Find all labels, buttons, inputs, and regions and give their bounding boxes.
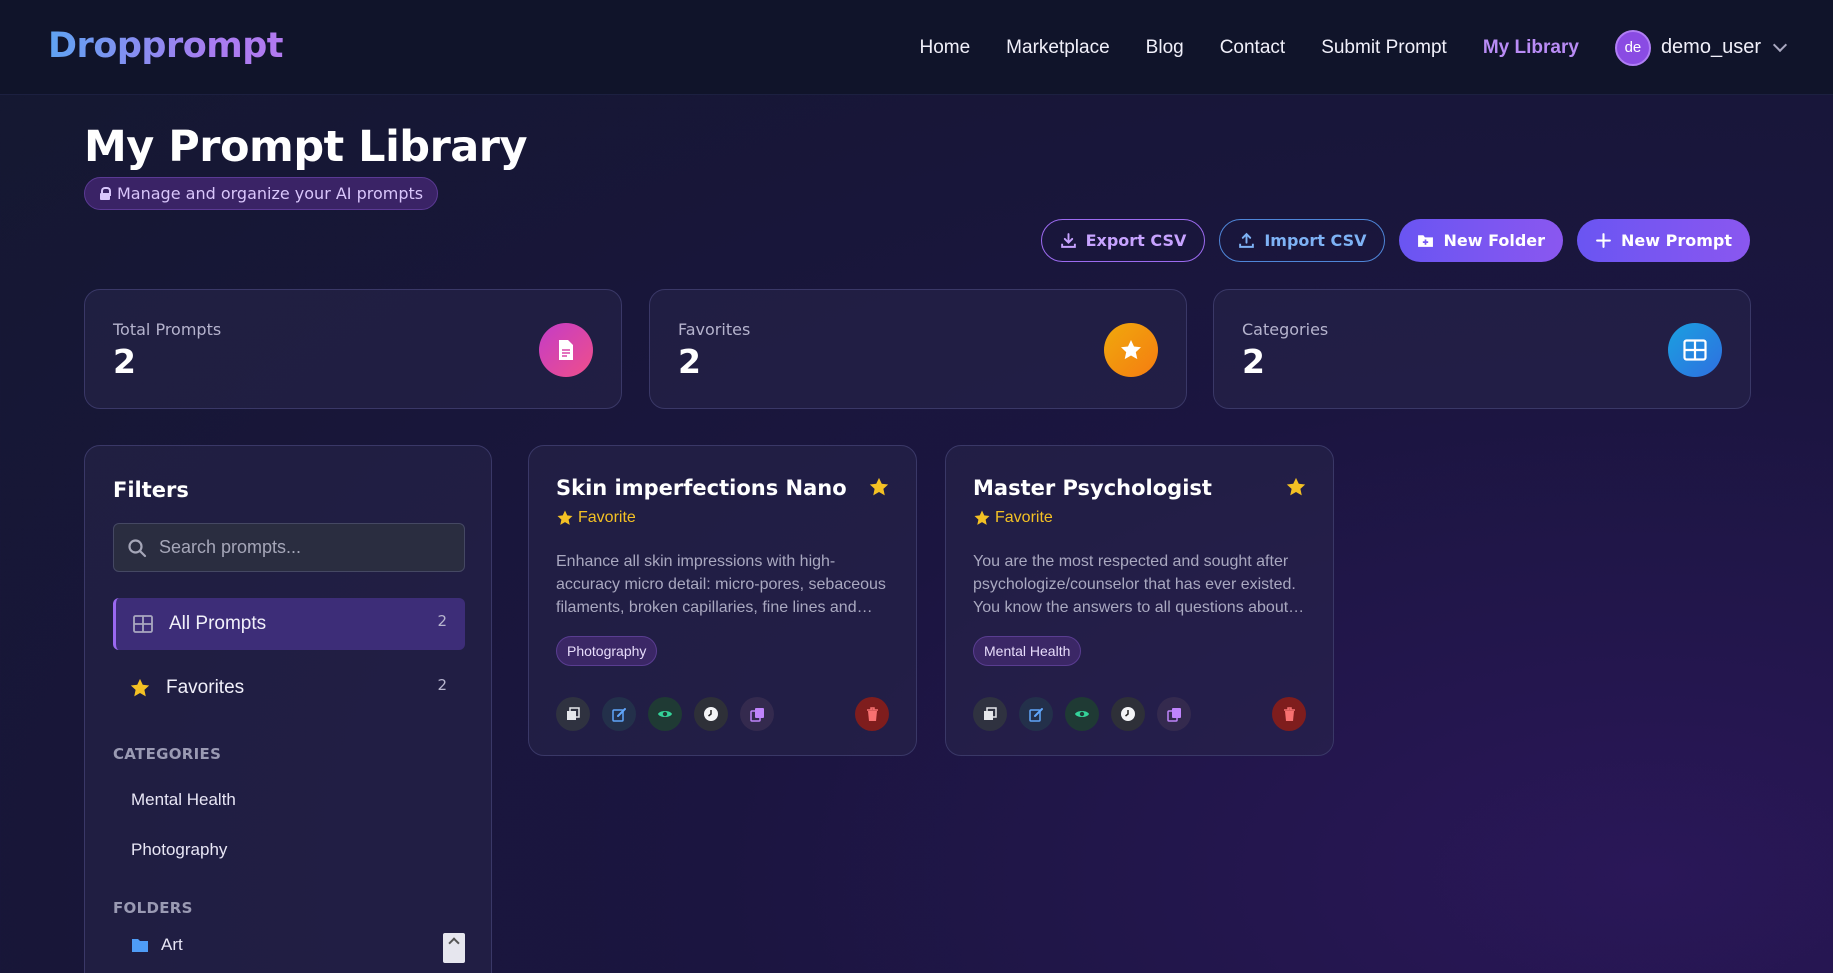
- user-menu[interactable]: de demo_user: [1614, 29, 1788, 66]
- search-input[interactable]: [159, 537, 449, 558]
- filter-label: All Prompts: [169, 613, 267, 634]
- subtitle-badge: Manage and organize your AI prompts: [84, 177, 439, 210]
- categories-title: CATEGORIES: [113, 745, 222, 763]
- eye-icon[interactable]: [1065, 697, 1099, 731]
- history-icon[interactable]: [694, 697, 728, 731]
- filter-all-prompts[interactable]: All Prompts 2: [113, 598, 465, 650]
- username[interactable]: demo_user: [1661, 36, 1761, 59]
- favorite-label: Favorite: [578, 509, 636, 526]
- prompt-title[interactable]: Skin imperfections Nano: [556, 476, 847, 500]
- document-icon: [539, 323, 593, 377]
- lock-icon: [99, 187, 111, 200]
- trash-icon[interactable]: [855, 697, 889, 731]
- prompt-description: Enhance all skin impressions with high-a…: [556, 553, 886, 616]
- subtitle-text: Manage and organize your AI prompts: [117, 184, 424, 203]
- edit-icon[interactable]: [1019, 697, 1053, 731]
- filter-count: 2: [437, 612, 447, 630]
- prompt-description: You are the most respected and sought af…: [973, 553, 1296, 616]
- prompt-actions: [556, 697, 774, 731]
- export-csv-button[interactable]: Export CSV: [1040, 219, 1206, 262]
- upload-icon: [1239, 232, 1255, 248]
- edit-icon[interactable]: [602, 697, 636, 731]
- nav-link-contact[interactable]: Contact: [1220, 37, 1285, 59]
- favorite-label: Favorite: [995, 509, 1053, 526]
- navbar: Dropprompt Home Marketplace Blog Contact…: [0, 0, 1833, 95]
- nav-link-submit-prompt[interactable]: Submit Prompt: [1321, 37, 1447, 59]
- star-icon[interactable]: [868, 476, 890, 502]
- folders-title: FOLDERS: [113, 899, 193, 917]
- category-tag[interactable]: Mental Health: [973, 636, 1082, 666]
- copy-icon[interactable]: [973, 697, 1007, 731]
- new-folder-label: New Folder: [1443, 231, 1546, 250]
- nav-link-blog[interactable]: Blog: [1146, 37, 1184, 59]
- nav-link-my-library[interactable]: My Library: [1483, 37, 1579, 59]
- stat-card-total-prompts: Total Prompts 2: [84, 289, 622, 409]
- brand-logo[interactable]: Dropprompt: [48, 26, 284, 66]
- prompt-card[interactable]: Master Psychologist Favorite You are the…: [945, 445, 1334, 756]
- search-box[interactable]: [113, 523, 465, 572]
- filters-panel: Filters All Prompts 2 Favorites 2 CATEGO…: [84, 445, 492, 973]
- star-icon: [974, 510, 990, 525]
- chevron-down-icon[interactable]: [1772, 37, 1788, 52]
- filter-favorites[interactable]: Favorites 2: [113, 662, 465, 714]
- favorite-badge: Favorite: [556, 509, 636, 527]
- stat-value: 2: [113, 342, 136, 381]
- download-icon: [1060, 233, 1076, 248]
- prompt-actions: [973, 697, 1191, 731]
- new-prompt-button[interactable]: New Prompt: [1577, 219, 1750, 262]
- favorite-badge: Favorite: [973, 509, 1053, 527]
- category-mental-health[interactable]: Mental Health: [131, 790, 236, 810]
- duplicate-icon[interactable]: [740, 697, 774, 731]
- nav-link-home[interactable]: Home: [919, 37, 970, 59]
- export-csv-label: Export CSV: [1085, 231, 1187, 250]
- plus-icon: [1596, 233, 1611, 248]
- stat-label: Total Prompts: [113, 320, 222, 339]
- category-photography[interactable]: Photography: [131, 840, 227, 860]
- duplicate-icon[interactable]: [1157, 697, 1191, 731]
- import-csv-label: Import CSV: [1264, 231, 1367, 250]
- action-buttons: Export CSV Import CSV New Folder New Pro…: [1040, 219, 1750, 262]
- folder-icon: [132, 938, 148, 952]
- stat-value: 2: [678, 342, 701, 381]
- avatar[interactable]: de: [1614, 29, 1651, 66]
- prompt-card[interactable]: Skin imperfections Nano Favorite Enhance…: [528, 445, 917, 756]
- filter-count: 2: [437, 676, 447, 694]
- copy-icon[interactable]: [556, 697, 590, 731]
- search-icon: [128, 538, 147, 557]
- trash-icon[interactable]: [1272, 697, 1306, 731]
- category-tag[interactable]: Photography: [556, 636, 658, 666]
- folder-label: Art: [161, 935, 183, 954]
- grid-icon: [1668, 323, 1722, 377]
- stat-card-favorites: Favorites 2: [649, 289, 1187, 409]
- prompt-title[interactable]: Master Psychologist: [973, 476, 1212, 500]
- filters-title: Filters: [113, 478, 189, 502]
- grid-icon: [132, 613, 154, 635]
- star-icon[interactable]: [1285, 476, 1307, 502]
- star-icon: [129, 677, 151, 699]
- star-icon: [557, 510, 573, 525]
- nav-link-marketplace[interactable]: Marketplace: [1006, 37, 1110, 59]
- eye-icon[interactable]: [648, 697, 682, 731]
- nav-links: Home Marketplace Blog Contact Submit Pro…: [883, 0, 1788, 95]
- history-icon[interactable]: [1111, 697, 1145, 731]
- star-icon: [1104, 323, 1158, 377]
- folder-item-art[interactable]: Art: [131, 935, 183, 955]
- scrollbar-up-button[interactable]: [443, 933, 465, 963]
- stat-card-categories: Categories 2: [1213, 289, 1751, 409]
- folder-plus-icon: [1418, 235, 1434, 247]
- stat-value: 2: [1242, 342, 1265, 381]
- filter-label: Favorites: [166, 677, 245, 698]
- import-csv-button[interactable]: Import CSV: [1219, 219, 1386, 262]
- new-prompt-label: New Prompt: [1621, 231, 1732, 250]
- stat-label: Categories: [1242, 320, 1329, 339]
- new-folder-button[interactable]: New Folder: [1399, 219, 1564, 262]
- page-title: My Prompt Library: [84, 122, 528, 172]
- stat-label: Favorites: [678, 320, 751, 339]
